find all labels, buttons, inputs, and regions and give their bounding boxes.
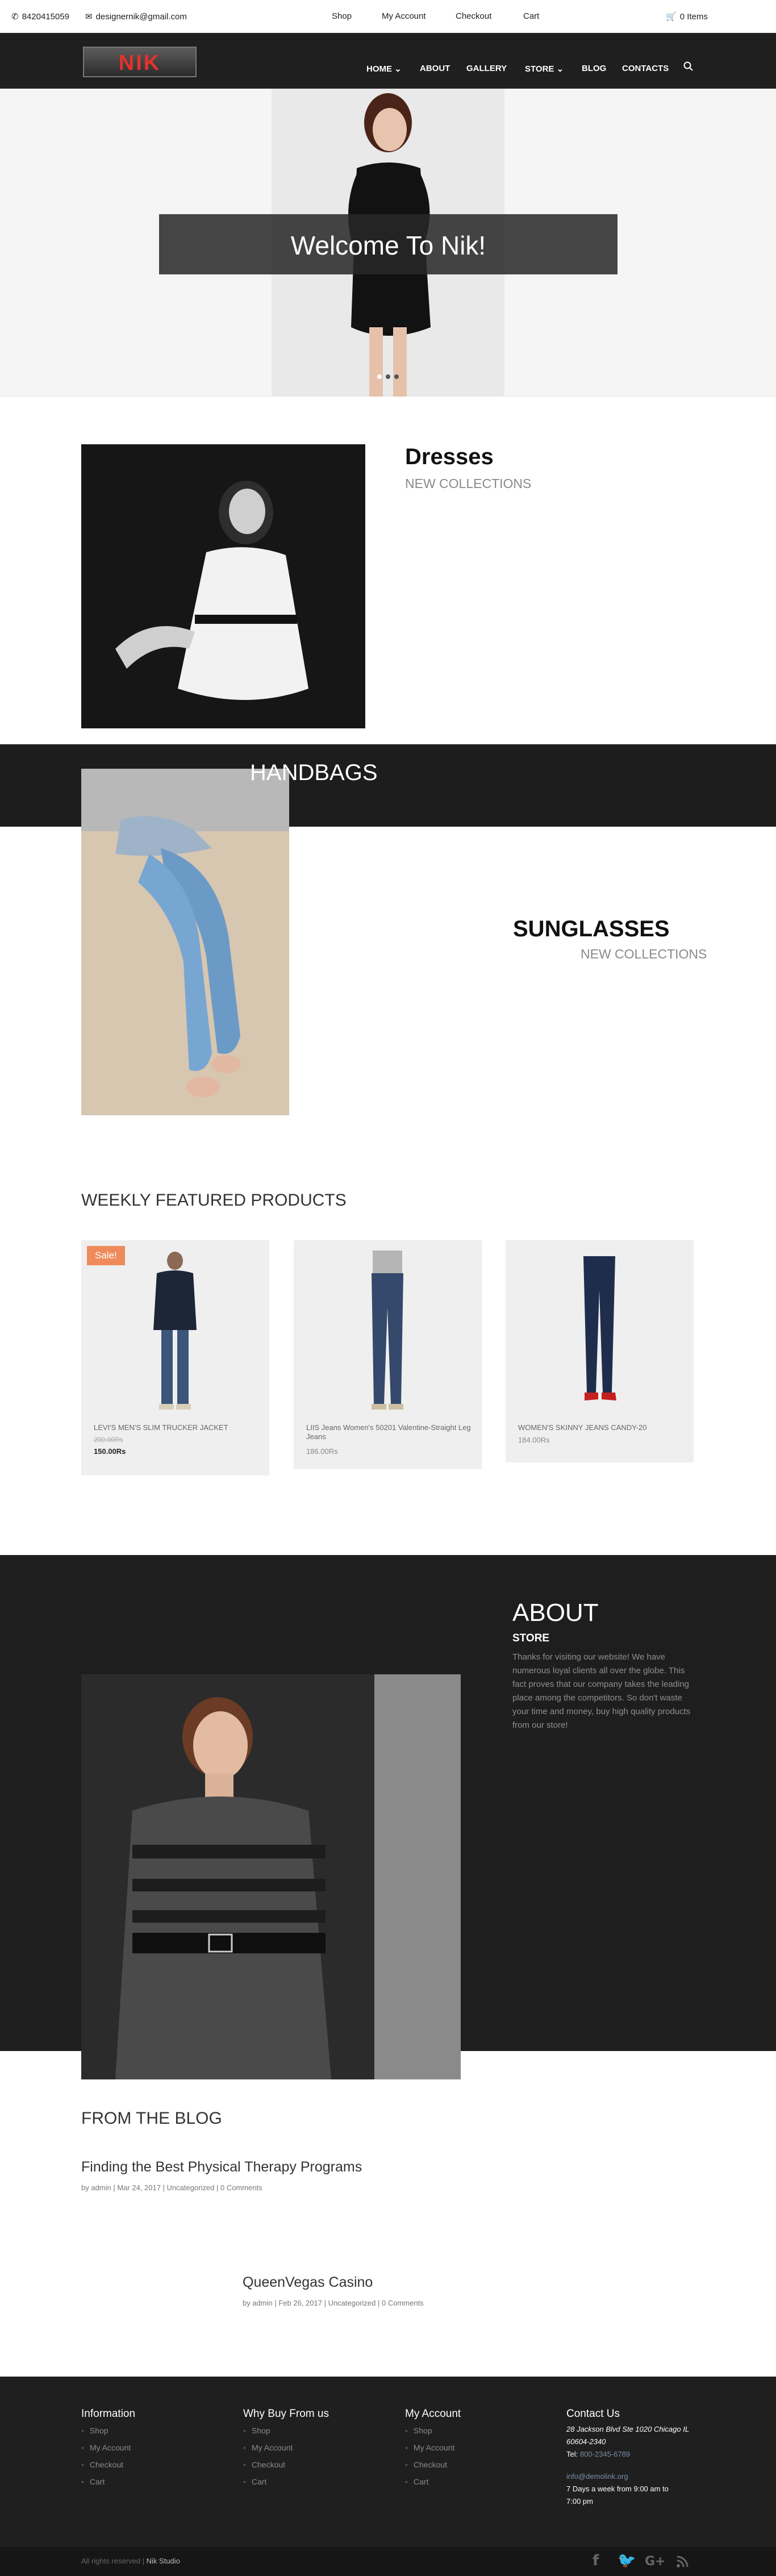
hero-title: Welcome To Nik! <box>290 231 486 260</box>
footer-link[interactable]: • Cart <box>81 2477 105 2486</box>
slider-dot-2[interactable] <box>386 374 390 379</box>
top-bar: ✆ 8420415059 ✉ designernik@gmail.com Shop … <box>0 0 776 33</box>
about-model-image <box>81 1674 461 2079</box>
slider-dot-3[interactable] <box>394 374 399 379</box>
rss-icon[interactable] <box>676 2556 689 2568</box>
nav-about[interactable]: ABOUT <box>420 64 450 73</box>
copyright-brand[interactable]: Nik Studio <box>147 2557 180 2565</box>
topbar-link-cart[interactable]: Cart <box>523 11 539 21</box>
footer-column-title: Information <box>81 2408 136 2420</box>
contact-hours-line-2: 7:00 pm <box>566 2497 593 2506</box>
logo-text: NIK <box>118 51 161 75</box>
product-image-jeans <box>372 1251 403 1410</box>
product-name[interactable]: WOMEN'S SKINNY JEANS CANDY-20 <box>518 1423 683 1432</box>
footer-column-title: My Account <box>405 2408 461 2420</box>
product-old-price: 200.00Rs <box>94 1436 123 1444</box>
dresses-image[interactable] <box>81 444 365 728</box>
footer-link[interactable]: • Checkout <box>405 2460 447 2469</box>
blog-post-meta[interactable]: by admin | Feb 26, 2017 | Uncategorized … <box>243 2299 424 2307</box>
sunglasses-title[interactable]: SUNGLASSES <box>513 916 670 942</box>
footer-link[interactable]: • Cart <box>243 2477 266 2486</box>
footer-link[interactable]: • My Account <box>405 2443 454 2452</box>
sale-badge: Sale! <box>87 1246 125 1265</box>
envelope-icon: ✉ <box>85 12 93 22</box>
about-text: Thanks for visiting our website! We have… <box>512 1652 691 1730</box>
dress-model-figure <box>81 444 365 728</box>
product-card[interactable]: Sale! LEVI'S MEN'S SLIM TRUCKER JACKET 2… <box>81 1240 269 1475</box>
topbar-link-checkout[interactable]: Checkout <box>456 11 491 21</box>
footer-link[interactable]: • Checkout <box>81 2460 123 2469</box>
product-card[interactable]: LIIS Jeans Women's 50201 Valentine-Strai… <box>294 1240 482 1469</box>
dresses-subtitle: NEW COLLECTIONS <box>405 476 532 491</box>
welcome-banner: Welcome To Nik! <box>159 214 618 274</box>
product-card[interactable]: WOMEN'S SKINNY JEANS CANDY-20 184.00Rs <box>506 1240 694 1462</box>
contact-address-line-1: 28 Jackson Blvd Ste 1020 Chicago IL <box>566 2425 690 2433</box>
copyright: All rights reserved | Nik Studio <box>81 2557 180 2565</box>
nav-gallery[interactable]: GALLERY <box>466 64 507 73</box>
contact-email[interactable]: info@demolink.org <box>566 2470 628 2483</box>
product-name[interactable]: LIIS Jeans Women's 50201 Valentine-Strai… <box>306 1423 471 1441</box>
footer-contact-title: Contact Us <box>566 2408 620 2420</box>
nav-home[interactable]: HOME ⌄ <box>366 64 402 74</box>
about-subtitle: STORE <box>512 1632 550 1644</box>
footer-link[interactable]: • My Account <box>243 2443 293 2452</box>
product-name[interactable]: LEVI'S MEN'S SLIM TRUCKER JACKET <box>94 1423 258 1432</box>
topbar-link-my-account[interactable]: My Account <box>382 11 426 21</box>
blog-section-title: FROM THE BLOG <box>81 2109 222 2128</box>
product-price: 186.00Rs <box>306 1447 338 1456</box>
handbags-title[interactable]: HANDBAGS <box>250 760 378 786</box>
email-address[interactable]: designernik@gmail.com <box>96 12 187 22</box>
contact-hours-line-1: 7 Days a week from 9:00 am to <box>566 2485 669 2493</box>
cart-icon: 🛒 <box>666 12 677 22</box>
contact-address-line-2: 60604-2340 <box>566 2437 606 2446</box>
site-logo[interactable]: NIK <box>83 47 197 77</box>
phone-contact: ✆ 8420415059 <box>11 11 69 22</box>
google-plus-icon[interactable]: G+ <box>645 2554 666 2569</box>
facebook-icon[interactable]: f <box>593 2552 599 2569</box>
jeans-model-figure <box>81 769 289 1115</box>
email-contact[interactable]: ✉ designernik@gmail.com <box>85 11 187 22</box>
product-image-jacket <box>153 1252 197 1410</box>
product-image-skinny-jeans <box>583 1256 616 1400</box>
featured-products-title: WEEKLY FEATURED PRODUCTS <box>81 1191 347 1210</box>
about-title: ABOUT <box>512 1599 599 1627</box>
footer-link[interactable]: • Shop <box>81 2426 109 2435</box>
footer-link[interactable]: • Cart <box>405 2477 428 2486</box>
product-price: 184.00Rs <box>518 1436 550 1444</box>
footer-link[interactable]: • My Account <box>81 2443 131 2452</box>
cart-summary[interactable]: 🛒 0 Items <box>666 11 708 22</box>
search-icon[interactable] <box>683 61 694 72</box>
footer-link[interactable]: • Shop <box>243 2426 270 2435</box>
sunglasses-subtitle: NEW COLLECTIONS <box>581 947 707 961</box>
blog-post-title[interactable]: QueenVegas Casino <box>243 2274 373 2291</box>
about-model-figure <box>81 1674 461 2079</box>
nav-blog[interactable]: BLOG <box>582 64 606 73</box>
blog-post-meta[interactable]: by admin | Mar 24, 2017 | Uncategorized … <box>81 2183 262 2192</box>
footer-column-title: Why Buy From us <box>243 2408 329 2420</box>
footer-link[interactable]: • Shop <box>405 2426 432 2435</box>
contact-phone: Tel: 800-2345-6789 <box>566 2450 631 2458</box>
footer-link[interactable]: • Checkout <box>243 2460 285 2469</box>
phone-number: 8420415059 <box>22 12 70 22</box>
jeans-image[interactable] <box>81 769 289 1115</box>
cart-count[interactable]: 0 Items <box>680 12 708 22</box>
topbar-link-shop[interactable]: Shop <box>332 11 352 21</box>
product-price: 150.00Rs <box>94 1447 126 1456</box>
slider-dot-1[interactable] <box>377 374 382 379</box>
nav-contacts[interactable]: CONTACTS <box>622 64 669 73</box>
nav-store[interactable]: STORE ⌄ <box>525 64 564 74</box>
phone-icon: ✆ <box>11 12 19 22</box>
dresses-title[interactable]: Dresses <box>405 444 494 470</box>
blog-post-title[interactable]: Finding the Best Physical Therapy Progra… <box>81 2159 362 2175</box>
twitter-icon[interactable]: 🐦 <box>618 2552 636 2569</box>
